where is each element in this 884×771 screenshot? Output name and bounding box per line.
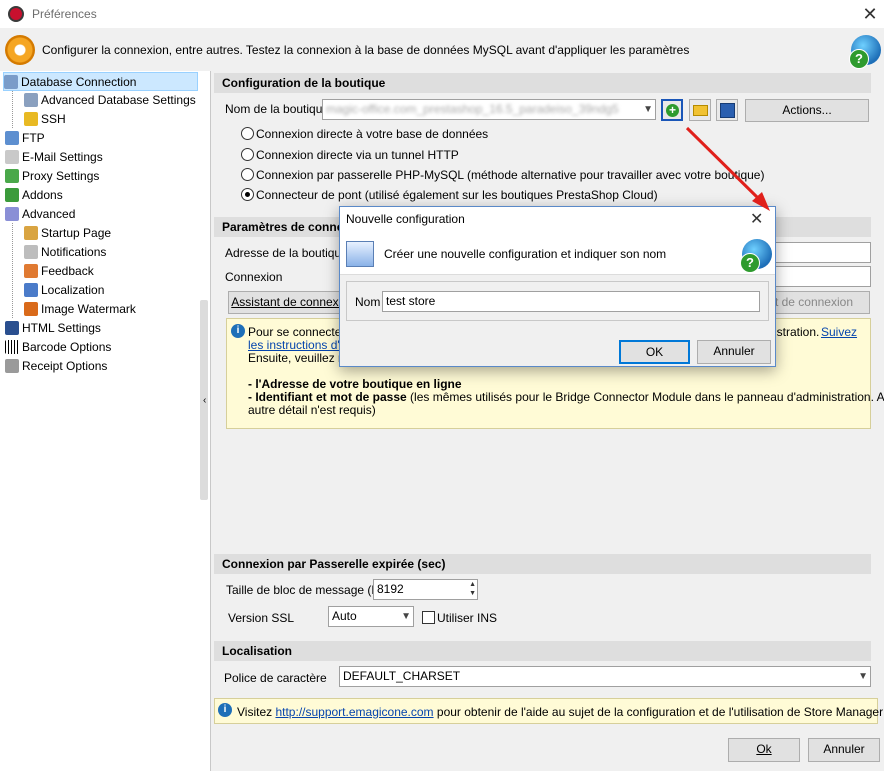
sidebar-item-localization[interactable]: Localization — [24, 281, 104, 300]
support-link[interactable]: http://support.emagicone.com — [275, 705, 433, 719]
chevron-down-icon: ▼ — [858, 671, 868, 682]
radio-bridge-connector-label: Connecteur de pont (utilisé également su… — [256, 188, 658, 202]
sidebar-item-addons[interactable]: Addons — [5, 186, 63, 205]
block-size-label: Taille de bloc de message (Kb) — [226, 583, 391, 597]
localization-icon — [24, 283, 38, 297]
sidebar-item-ssh[interactable]: SSH — [24, 110, 66, 129]
radio-http-tunnel-label: Connexion directe via un tunnel HTTP — [256, 148, 459, 162]
shop-name-combo[interactable]: magic-office.com_prestashop_16.5_paradei… — [322, 99, 656, 120]
sidebar-item-email-settings[interactable]: E-Mail Settings — [5, 148, 103, 167]
info-bullet-credentials-cont: autre détail n'est requis) — [248, 403, 376, 417]
support-info-text: Visitez http://support.emagicone.com pou… — [237, 705, 884, 719]
info-line1-end: istration. — [774, 325, 820, 339]
new-configuration-dialog: Nouvelle configuration ✕ Créer une nouve… — [339, 206, 776, 367]
receipt-icon — [5, 359, 19, 373]
ok-button[interactable]: Ok — [728, 738, 800, 762]
actions-button[interactable]: Actions... — [745, 99, 869, 122]
help-icon[interactable] — [740, 239, 772, 273]
puzzle-icon — [5, 188, 19, 202]
sidebar-item-notifications[interactable]: Notifications — [24, 243, 106, 262]
html-icon — [5, 321, 19, 335]
title-bar — [0, 0, 884, 28]
shop-name-value: magic-office.com_prestashop_16.5_paradei… — [326, 102, 619, 116]
radio-direct-db-label: Connexion directe à votre base de donnée… — [256, 127, 489, 141]
radio-direct-db[interactable] — [241, 127, 254, 140]
ftp-icon — [5, 131, 19, 145]
dialog-name-input[interactable]: test store — [382, 291, 760, 312]
sidebar-item-database-connection[interactable]: Database Connection — [3, 72, 198, 91]
info-link-follow[interactable]: Suivez — [821, 325, 857, 339]
sidebar-item-receipt-options[interactable]: Receipt Options — [5, 357, 107, 376]
save-configuration-button[interactable] — [716, 99, 738, 121]
gateway-heading: Connexion par Passerelle expirée (sec) — [214, 554, 871, 574]
radio-php-mysql[interactable] — [241, 168, 254, 181]
window-close-button[interactable]: ✕ — [858, 3, 882, 25]
shop-name-label: Nom de la boutique — [225, 102, 330, 116]
chevron-down-icon: ▼ — [401, 611, 411, 622]
new-config-icon — [346, 241, 374, 267]
sidebar-item-ftp[interactable]: FTP — [5, 129, 45, 148]
window-title: Préférences — [32, 7, 97, 21]
notification-icon — [24, 245, 38, 259]
shop-address-label: Adresse de la boutique — [225, 246, 348, 260]
database-icon — [4, 75, 18, 89]
sidebar-item-startup-page[interactable]: Startup Page — [24, 224, 111, 243]
charset-label: Police de caractère — [224, 671, 327, 685]
dialog-title: Nouvelle configuration — [346, 212, 465, 226]
home-icon — [24, 226, 38, 240]
shop-config-heading: Configuration de la boutique — [214, 73, 871, 93]
sidebar-item-image-watermark[interactable]: Image Watermark — [24, 300, 136, 319]
database-settings-icon — [24, 93, 38, 107]
connexion-label: Connexion — [225, 270, 283, 284]
ssl-version-label: Version SSL — [228, 611, 295, 625]
proxy-icon — [5, 169, 19, 183]
localisation-heading: Localisation — [214, 641, 871, 661]
block-size-spinner[interactable]: 8192 ▲ ▼ — [373, 579, 478, 600]
use-ins-label: Utiliser INS — [437, 611, 498, 625]
splitter-collapse-icon[interactable]: ‹ — [203, 395, 206, 406]
ssl-version-select[interactable]: Auto ▼ — [328, 606, 414, 627]
dialog-ok-button[interactable]: OK — [619, 340, 690, 364]
charset-select[interactable]: DEFAULT_CHARSET ▼ — [339, 666, 871, 687]
sidebar-item-advanced-database-settings[interactable]: Advanced Database Settings — [24, 91, 196, 110]
feedback-icon — [24, 264, 38, 278]
dialog-name-label: Nom — [355, 295, 381, 309]
radio-http-tunnel[interactable] — [241, 148, 254, 161]
info-icon: i — [231, 324, 245, 338]
sidebar-item-feedback[interactable]: Feedback — [24, 262, 94, 281]
barcode-icon — [5, 340, 19, 354]
app-logo-icon — [8, 6, 24, 22]
gear-icon — [5, 35, 35, 65]
lock-icon — [24, 112, 38, 126]
header-description: Configurer la connexion, entre autres. T… — [42, 43, 690, 57]
sidebar-item-advanced[interactable]: Advanced — [5, 205, 75, 224]
chevron-down-icon: ▼ — [643, 104, 653, 115]
use-ins-checkbox[interactable] — [422, 611, 435, 624]
mail-icon — [5, 150, 19, 164]
dialog-close-button[interactable]: ✕ — [750, 209, 763, 229]
spinner-arrows-icon[interactable]: ▲ ▼ — [469, 580, 476, 598]
radio-php-mysql-label: Connexion par passerelle PHP-MySQL (méth… — [256, 168, 765, 182]
radio-bridge-connector[interactable] — [241, 188, 254, 201]
sidebar-item-proxy-settings[interactable]: Proxy Settings — [5, 167, 99, 186]
settings-tree: Database Connection Advanced Database Se… — [0, 71, 211, 771]
folder-icon — [693, 105, 708, 116]
help-icon[interactable] — [849, 35, 881, 69]
sidebar-item-html-settings[interactable]: HTML Settings — [5, 319, 101, 338]
open-folder-button[interactable] — [689, 99, 711, 121]
arrow-line — [685, 126, 762, 202]
shield-icon — [5, 207, 19, 221]
plus-icon: + — [666, 104, 679, 117]
save-icon — [720, 103, 735, 118]
image-icon — [24, 302, 38, 316]
info-icon: i — [218, 703, 232, 717]
cancel-button[interactable]: Annuler — [808, 738, 880, 762]
add-configuration-button[interactable]: + — [661, 99, 683, 121]
sidebar-item-barcode-options[interactable]: Barcode Options — [5, 338, 111, 357]
dialog-cancel-button[interactable]: Annuler — [697, 340, 771, 364]
info-bullet-credentials: - Identifiant et mot de passe (les mêmes… — [248, 390, 884, 404]
dialog-header-text: Créer une nouvelle configuration et indi… — [384, 247, 667, 261]
info-bullet-address: - l'Adresse de votre boutique en ligne — [248, 377, 462, 391]
info-line2: Ensuite, veuillez re — [248, 351, 349, 365]
